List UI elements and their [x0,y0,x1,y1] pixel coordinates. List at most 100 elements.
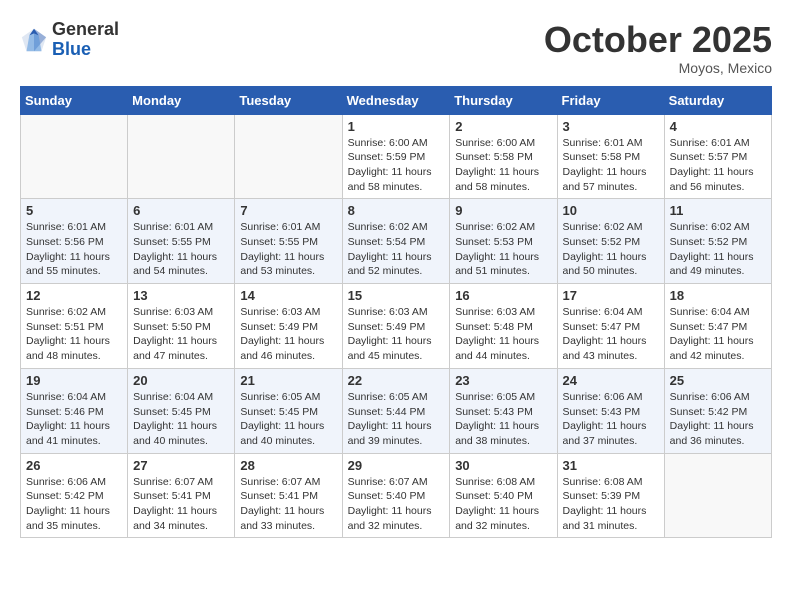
calendar-header-row: SundayMondayTuesdayWednesdayThursdayFrid… [21,86,772,114]
calendar-day-cell: 13 Sunrise: 6:03 AM Sunset: 5:50 PM Dayli… [128,284,235,369]
logo-icon [20,26,48,54]
day-number: 8 [348,203,445,218]
calendar-day-cell: 27 Sunrise: 6:07 AM Sunset: 5:41 PM Dayli… [128,453,235,538]
calendar-day-cell: 3 Sunrise: 6:01 AM Sunset: 5:58 PM Daylig… [557,114,664,199]
day-number: 31 [563,458,659,473]
calendar-day-cell: 2Sunrise: 6:00 AM Sunset: 5:58 PM Daylig… [450,114,557,199]
calendar-week-row: 12 Sunrise: 6:02 AM Sunset: 5:51 PM Dayli… [21,284,772,369]
calendar-header: General Blue October 2025 Moyos, Mexico [20,20,772,76]
day-info: Sunrise: 6:03 AM Sunset: 5:49 PM Dayligh… [348,305,445,364]
day-number: 24 [563,373,659,388]
day-info: Sunrise: 6:01 AM Sunset: 5:56 PM Dayligh… [26,220,122,279]
calendar-day-cell [128,114,235,199]
title-section: October 2025 Moyos, Mexico [544,20,772,76]
day-info: Sunrise: 6:01 AM Sunset: 5:58 PM Dayligh… [563,136,659,195]
logo-general: General [52,19,119,39]
calendar-day-cell: 11 Sunrise: 6:02 AM Sunset: 5:52 PM Dayli… [664,199,771,284]
day-number: 27 [133,458,229,473]
day-info: Sunrise: 6:00 AM Sunset: 5:58 PM Dayligh… [455,136,551,195]
day-number: 7 [240,203,336,218]
calendar-day-cell: 6Sunrise: 6:01 AM Sunset: 5:55 PM Daylig… [128,199,235,284]
calendar-day-cell: 25 Sunrise: 6:06 AM Sunset: 5:42 PM Dayli… [664,368,771,453]
day-info: Sunrise: 6:08 AM Sunset: 5:39 PM Dayligh… [563,475,659,534]
day-info: Sunrise: 6:06 AM Sunset: 5:42 PM Dayligh… [26,475,122,534]
day-number: 15 [348,288,445,303]
day-info: Sunrise: 6:02 AM Sunset: 5:54 PM Dayligh… [348,220,445,279]
day-info: Sunrise: 6:07 AM Sunset: 5:41 PM Dayligh… [133,475,229,534]
day-of-week-header: Thursday [450,86,557,114]
day-number: 1 [348,119,445,134]
location: Moyos, Mexico [544,60,772,76]
day-of-week-header: Monday [128,86,235,114]
day-number: 26 [26,458,122,473]
calendar-day-cell: 29Sunrise: 6:07 AM Sunset: 5:40 PM Dayli… [342,453,450,538]
day-number: 17 [563,288,659,303]
day-info: Sunrise: 6:06 AM Sunset: 5:43 PM Dayligh… [563,390,659,449]
day-number: 13 [133,288,229,303]
day-info: Sunrise: 6:03 AM Sunset: 5:48 PM Dayligh… [455,305,551,364]
calendar-day-cell: 7 Sunrise: 6:01 AM Sunset: 5:55 PM Daylig… [235,199,342,284]
calendar-day-cell: 14Sunrise: 6:03 AM Sunset: 5:49 PM Dayli… [235,284,342,369]
calendar-table: SundayMondayTuesdayWednesdayThursdayFrid… [20,86,772,539]
calendar-day-cell [664,453,771,538]
day-info: Sunrise: 6:02 AM Sunset: 5:53 PM Dayligh… [455,220,551,279]
calendar-day-cell: 22Sunrise: 6:05 AM Sunset: 5:44 PM Dayli… [342,368,450,453]
logo: General Blue [20,20,119,60]
calendar-day-cell: 24 Sunrise: 6:06 AM Sunset: 5:43 PM Dayli… [557,368,664,453]
calendar-day-cell: 21Sunrise: 6:05 AM Sunset: 5:45 PM Dayli… [235,368,342,453]
calendar-week-row: 19Sunrise: 6:04 AM Sunset: 5:46 PM Dayli… [21,368,772,453]
day-number: 9 [455,203,551,218]
logo-blue: Blue [52,39,91,59]
day-number: 12 [26,288,122,303]
day-info: Sunrise: 6:05 AM Sunset: 5:45 PM Dayligh… [240,390,336,449]
calendar-week-row: 26 Sunrise: 6:06 AM Sunset: 5:42 PM Dayli… [21,453,772,538]
calendar-day-cell: 12 Sunrise: 6:02 AM Sunset: 5:51 PM Dayli… [21,284,128,369]
day-info: Sunrise: 6:02 AM Sunset: 5:51 PM Dayligh… [26,305,122,364]
day-info: Sunrise: 6:06 AM Sunset: 5:42 PM Dayligh… [670,390,766,449]
calendar-day-cell: 16Sunrise: 6:03 AM Sunset: 5:48 PM Dayli… [450,284,557,369]
day-info: Sunrise: 6:03 AM Sunset: 5:50 PM Dayligh… [133,305,229,364]
calendar-day-cell: 18Sunrise: 6:04 AM Sunset: 5:47 PM Dayli… [664,284,771,369]
day-number: 6 [133,203,229,218]
day-info: Sunrise: 6:02 AM Sunset: 5:52 PM Dayligh… [670,220,766,279]
day-info: Sunrise: 6:05 AM Sunset: 5:44 PM Dayligh… [348,390,445,449]
day-number: 23 [455,373,551,388]
calendar-day-cell: 1 Sunrise: 6:00 AM Sunset: 5:59 PM Daylig… [342,114,450,199]
day-number: 10 [563,203,659,218]
calendar-day-cell: 28 Sunrise: 6:07 AM Sunset: 5:41 PM Dayli… [235,453,342,538]
day-number: 11 [670,203,766,218]
day-info: Sunrise: 6:08 AM Sunset: 5:40 PM Dayligh… [455,475,551,534]
day-number: 25 [670,373,766,388]
calendar-day-cell: 31 Sunrise: 6:08 AM Sunset: 5:39 PM Dayli… [557,453,664,538]
day-info: Sunrise: 6:07 AM Sunset: 5:41 PM Dayligh… [240,475,336,534]
calendar-week-row: 1 Sunrise: 6:00 AM Sunset: 5:59 PM Daylig… [21,114,772,199]
day-info: Sunrise: 6:00 AM Sunset: 5:59 PM Dayligh… [348,136,445,195]
calendar-day-cell: 15 Sunrise: 6:03 AM Sunset: 5:49 PM Dayli… [342,284,450,369]
day-info: Sunrise: 6:01 AM Sunset: 5:57 PM Dayligh… [670,136,766,195]
calendar-day-cell: 17 Sunrise: 6:04 AM Sunset: 5:47 PM Dayli… [557,284,664,369]
day-of-week-header: Sunday [21,86,128,114]
logo-text: General Blue [52,20,119,60]
day-info: Sunrise: 6:04 AM Sunset: 5:45 PM Dayligh… [133,390,229,449]
day-of-week-header: Friday [557,86,664,114]
calendar-day-cell: 19Sunrise: 6:04 AM Sunset: 5:46 PM Dayli… [21,368,128,453]
calendar-week-row: 5Sunrise: 6:01 AM Sunset: 5:56 PM Daylig… [21,199,772,284]
day-number: 29 [348,458,445,473]
day-info: Sunrise: 6:01 AM Sunset: 5:55 PM Dayligh… [240,220,336,279]
day-number: 4 [670,119,766,134]
day-number: 28 [240,458,336,473]
calendar-day-cell: 26 Sunrise: 6:06 AM Sunset: 5:42 PM Dayli… [21,453,128,538]
day-of-week-header: Wednesday [342,86,450,114]
day-number: 20 [133,373,229,388]
day-info: Sunrise: 6:04 AM Sunset: 5:47 PM Dayligh… [563,305,659,364]
calendar-day-cell: 8 Sunrise: 6:02 AM Sunset: 5:54 PM Daylig… [342,199,450,284]
month-title: October 2025 [544,20,772,60]
day-number: 3 [563,119,659,134]
day-of-week-header: Tuesday [235,86,342,114]
calendar-day-cell: 5Sunrise: 6:01 AM Sunset: 5:56 PM Daylig… [21,199,128,284]
calendar-day-cell: 4 Sunrise: 6:01 AM Sunset: 5:57 PM Daylig… [664,114,771,199]
day-number: 18 [670,288,766,303]
calendar-day-cell [21,114,128,199]
calendar-day-cell [235,114,342,199]
day-info: Sunrise: 6:03 AM Sunset: 5:49 PM Dayligh… [240,305,336,364]
